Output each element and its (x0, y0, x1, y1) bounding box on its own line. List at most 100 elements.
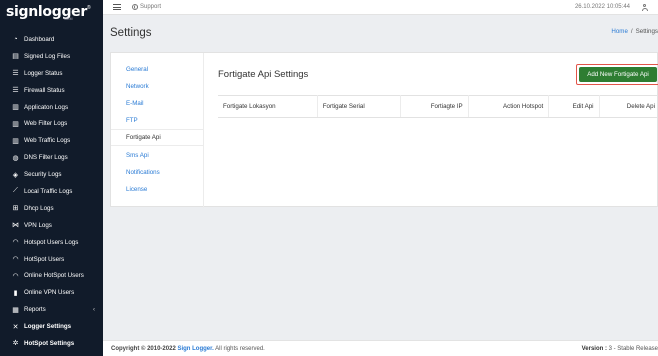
globe-icon: ◍ (12, 154, 19, 162)
sidebar-item-label: VPN Logs (24, 221, 52, 229)
wifi-icon: ◠ (12, 256, 19, 264)
column-header[interactable]: Delete Api (599, 95, 658, 118)
sidebar-item-web-traffic-logs[interactable]: ▥ Web Traffic Logs (0, 132, 103, 149)
brand-name: signlogger (6, 4, 87, 20)
footer: Copyright © 2010-2022 Sign Logger. All r… (103, 340, 658, 356)
sidebar-item-label: Web Traffic Logs (24, 137, 71, 145)
sidebar-item-label: HotSpot Settings (24, 339, 75, 347)
breadcrumb-home[interactable]: Home (611, 28, 628, 35)
sidebar-item-label: Hotspot Users Logs (24, 238, 79, 246)
gear-icon: ✲ (12, 340, 19, 348)
wifi-icon: ◠ (12, 272, 19, 280)
copyright-brand-link[interactable]: Sign Logger. (177, 346, 213, 352)
network-icon: ⊞ (12, 205, 19, 213)
column-header[interactable]: Action Hotspot (468, 95, 550, 118)
sidebar-item-reports[interactable]: ▦ Reports ‹ (0, 301, 103, 318)
dashboard-icon: ◔ (13, 35, 18, 43)
sidebar-item-hotspot-users[interactable]: ◠ HotSpot Users (0, 251, 103, 268)
settings-tab-sms-api[interactable]: Sms Api (111, 146, 203, 163)
settings-tab-e-mail[interactable]: E-Mail (111, 95, 203, 112)
sidebar: signlogger ® SIEM ◔ Dashboard ▤ Signed Log F… (0, 0, 103, 356)
tools-icon: ✕ (12, 323, 19, 331)
brand-logo[interactable]: signlogger ® SIEM (0, 0, 103, 28)
breadcrumb-current: Settings (635, 28, 658, 35)
table-header-row: Fortigate Lokasyon Fortigate Serial Fortia… (218, 95, 658, 118)
support-label: Support (140, 4, 162, 10)
shield-icon: ◈ (12, 171, 19, 179)
settings-tab-general[interactable]: General (111, 61, 203, 78)
breadcrumb: Home / Settings (611, 28, 658, 35)
sidebar-item-label: DNS Filter Logs (24, 154, 68, 162)
signal-icon: ▮ (13, 289, 18, 297)
brand-registered: ® (86, 5, 91, 11)
sidebar-item-hotspot-settings[interactable]: ✲ HotSpot Settings (0, 335, 103, 352)
wifi-icon: ◠ (12, 239, 19, 247)
sidebar-item-logger-settings[interactable]: ✕ Logger Settings (0, 318, 103, 335)
version-label: Version : (581, 346, 607, 352)
menu-toggle-icon[interactable] (113, 4, 121, 10)
sidebar-item-label: Security Logs (24, 171, 62, 179)
sidebar-item-label: Firewall Status (24, 86, 65, 94)
sidebar-item-label: HotSpot Users (24, 255, 65, 263)
chart-icon: ▥ (12, 120, 19, 128)
sidebar-item-applicaton-logs[interactable]: ▥ Applicaton Logs (0, 99, 103, 116)
sidebar-item-security-logs[interactable]: ◈ Security Logs (0, 166, 103, 183)
copyright-prefix: Copyright © 2010-2022 (111, 346, 176, 352)
user-icon[interactable] (641, 4, 648, 11)
sidebar-item-label: Online VPN Users (24, 289, 75, 297)
settings-nav: General Network E-Mail FTP Fortigate Api Sms … (111, 53, 203, 208)
add-fortigate-api-button[interactable]: Add New Fortigate Api (579, 67, 657, 82)
sidebar-item-web-filter-logs[interactable]: ▥ Web Filter Logs (0, 115, 103, 132)
column-header[interactable]: Fortigate Serial (317, 95, 402, 118)
sidebar-item-dashboard[interactable]: ◔ Dashboard (0, 31, 103, 48)
settings-tab-license[interactable]: License (111, 181, 203, 198)
datetime: 26.10.2022 10:05:44 (574, 4, 630, 10)
reports-icon: ▦ (12, 306, 19, 314)
sidebar-item-hotspot-users-logs[interactable]: ◠ Hotspot Users Logs (0, 234, 103, 251)
sidebar-item-label: Reports (24, 306, 46, 314)
globe-icon (132, 4, 138, 10)
settings-tab-fortigate-api[interactable]: Fortigate Api (111, 129, 203, 147)
sidebar-item-online-hotspot-users[interactable]: ◠ Online HotSpot Users (0, 267, 103, 284)
sidebar-item-label: Dhcp Logs (24, 204, 54, 212)
settings-tab-notifications[interactable]: Notifications (111, 164, 203, 181)
sidebar-item-online-vpn-users[interactable]: ▮ Online VPN Users (0, 284, 103, 301)
sidebar-item-dns-filter-logs[interactable]: ◍ DNS Filter Logs (0, 149, 103, 166)
column-header[interactable]: Edit Api (548, 95, 600, 118)
version: Version : 3 - Stable Release (582, 346, 658, 352)
sidebar-item-label: Applicaton Logs (24, 103, 69, 111)
sidebar-item-logger-status[interactable]: ☰ Logger Status (0, 65, 103, 82)
vpn-icon: ⋈ (12, 222, 19, 230)
version-value: 3 - Stable Release (608, 346, 658, 352)
chart-icon: ▥ (12, 137, 19, 145)
add-button-highlight: Add New Fortigate Api (576, 64, 658, 85)
top-bar: Support 26.10.2022 10:05:44 (103, 0, 658, 15)
chart-icon: ▥ (12, 104, 19, 111)
settings-tab-ftp[interactable]: FTP (111, 112, 203, 129)
sidebar-item-local-traffic-logs[interactable]: ⟋ Local Traffic Logs (0, 183, 103, 200)
sidebar-item-label: Signed Log Files (24, 52, 71, 60)
sidebar-item-label: Dashboard (24, 35, 55, 43)
column-header[interactable]: Fortigate Lokasyon (218, 95, 318, 118)
copyright-suffix: All rights reserved. (215, 346, 265, 352)
settings-tab-network[interactable]: Network (111, 78, 203, 95)
sidebar-item-firewall-status[interactable]: ☰ Firewall Status (0, 82, 103, 99)
sidebar-item-dhcp-logs[interactable]: ⊞ Dhcp Logs (0, 200, 103, 217)
breadcrumb-separator: / (630, 28, 633, 35)
support-link[interactable]: Support (132, 4, 161, 10)
document-icon: ▤ (12, 53, 19, 61)
column-header[interactable]: Fortiagte IP (400, 95, 469, 118)
chevron-left-icon: ‹ (93, 306, 95, 313)
fortigate-api-table: Fortigate Lokasyon Fortigate Serial Fortia… (218, 95, 658, 118)
list-icon: ☰ (12, 70, 19, 78)
sidebar-item-signed-log-files[interactable]: ▤ Signed Log Files (0, 48, 103, 65)
line-chart-icon: ⟋ (13, 187, 18, 195)
content-title: Fortigate Api Settings (218, 69, 309, 80)
sidebar-item-label: Logger Status (24, 69, 63, 77)
copyright: Copyright © 2010-2022 Sign Logger. All r… (111, 346, 265, 352)
page-title: Settings (110, 27, 152, 39)
sidebar-item-label: Web Filter Logs (24, 120, 68, 128)
settings-content: Fortigate Api Settings Add New Fortigate… (203, 53, 658, 208)
sidebar-item-vpn-logs[interactable]: ⋈ VPN Logs (0, 217, 103, 234)
sidebar-item-label: Local Traffic Logs (24, 187, 73, 195)
